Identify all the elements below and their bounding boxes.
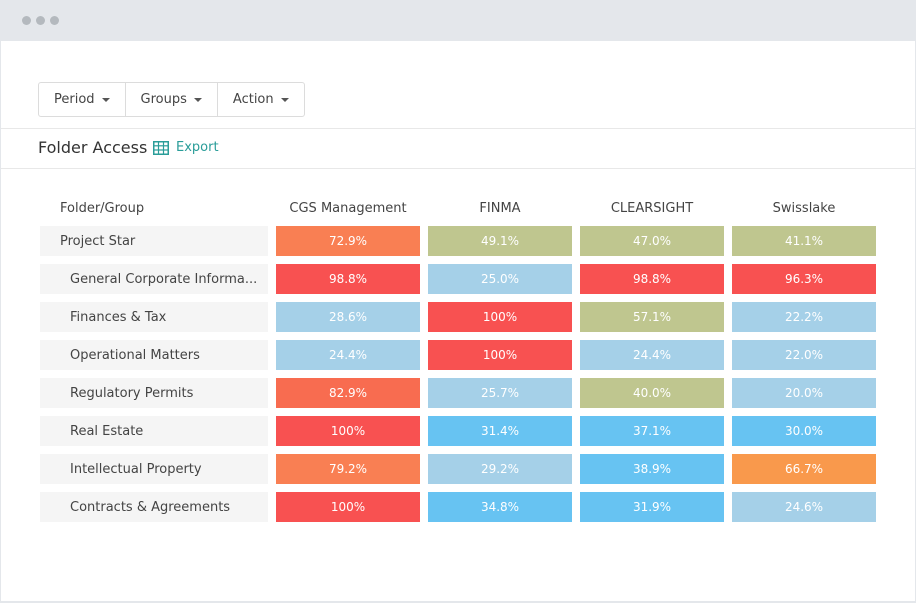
caret-down-icon xyxy=(101,97,110,102)
table-row: Real Estate 100% 31.4% 37.1% 30.0% xyxy=(40,416,876,446)
folder-name-cell[interactable]: Regulatory Permits xyxy=(40,378,268,408)
table-row: Operational Matters 24.4% 100% 24.4% 22.0% xyxy=(40,340,876,370)
window-dot-icon[interactable] xyxy=(36,16,45,25)
divider xyxy=(1,128,915,129)
window-titlebar xyxy=(0,0,916,41)
table-header-row: Folder/Group CGS Management FINMA CLEARS… xyxy=(40,198,876,218)
access-value-cell[interactable]: 25.0% xyxy=(428,264,572,294)
export-button[interactable]: Export xyxy=(153,140,219,155)
action-dropdown-button[interactable]: Action xyxy=(218,83,304,116)
access-value-cell[interactable]: 31.9% xyxy=(580,492,724,522)
window-controls xyxy=(22,16,59,25)
period-label: Period xyxy=(54,92,95,107)
access-value-cell[interactable]: 57.1% xyxy=(580,302,724,332)
access-value-cell[interactable]: 100% xyxy=(428,302,572,332)
window-dot-icon[interactable] xyxy=(22,16,31,25)
folder-name-cell[interactable]: Contracts & Agreements xyxy=(40,492,268,522)
access-value-cell[interactable]: 20.0% xyxy=(732,378,876,408)
access-value-cell[interactable]: 37.1% xyxy=(580,416,724,446)
table-row: General Corporate Informa... 98.8% 25.0% 98… xyxy=(40,264,876,294)
access-value-cell[interactable]: 98.8% xyxy=(276,264,420,294)
access-value-cell[interactable]: 24.4% xyxy=(276,340,420,370)
folder-name-cell[interactable]: Real Estate xyxy=(40,416,268,446)
folder-name-cell[interactable]: General Corporate Informa... xyxy=(40,264,268,294)
table-row: Regulatory Permits 82.9% 25.7% 40.0% 20.0% xyxy=(40,378,876,408)
action-label: Action xyxy=(232,92,274,107)
folder-name-cell[interactable]: Operational Matters xyxy=(40,340,268,370)
section-title: Folder Access xyxy=(38,138,148,157)
column-header-folder-group: Folder/Group xyxy=(60,200,145,216)
column-header-clearsight: CLEARSIGHT xyxy=(610,200,694,216)
folder-name-cell[interactable]: Project Star xyxy=(40,226,268,256)
access-value-cell[interactable]: 24.4% xyxy=(580,340,724,370)
access-value-cell[interactable]: 72.9% xyxy=(276,226,420,256)
divider xyxy=(1,168,915,169)
access-value-cell[interactable]: 79.2% xyxy=(276,454,420,484)
access-value-cell[interactable]: 47.0% xyxy=(580,226,724,256)
access-value-cell[interactable]: 82.9% xyxy=(276,378,420,408)
folder-access-table: Folder/Group CGS Management FINMA CLEARS… xyxy=(40,198,876,530)
period-dropdown-button[interactable]: Period xyxy=(39,83,126,116)
access-value-cell[interactable]: 38.9% xyxy=(580,454,724,484)
table-row: Project Star 72.9% 49.1% 47.0% 41.1% xyxy=(40,226,876,256)
access-value-cell[interactable]: 29.2% xyxy=(428,454,572,484)
column-header-swisslake: Swisslake xyxy=(772,200,836,216)
column-header-finma: FINMA xyxy=(479,200,521,216)
export-label: Export xyxy=(176,140,219,155)
access-value-cell[interactable]: 100% xyxy=(276,416,420,446)
access-value-cell[interactable]: 24.6% xyxy=(732,492,876,522)
access-value-cell[interactable]: 22.0% xyxy=(732,340,876,370)
folder-name-cell[interactable]: Finances & Tax xyxy=(40,302,268,332)
groups-dropdown-button[interactable]: Groups xyxy=(126,83,218,116)
table-row: Intellectual Property 79.2% 29.2% 38.9% 66.7… xyxy=(40,454,876,484)
table-body: Project Star 72.9% 49.1% 47.0% 41.1% General … xyxy=(40,226,876,522)
column-header-cgs-management: CGS Management xyxy=(289,200,407,216)
access-value-cell[interactable]: 40.0% xyxy=(580,378,724,408)
table-row: Contracts & Agreements 100% 34.8% 31.9% 24.6… xyxy=(40,492,876,522)
access-value-cell[interactable]: 49.1% xyxy=(428,226,572,256)
access-value-cell[interactable]: 34.8% xyxy=(428,492,572,522)
access-value-cell[interactable]: 30.0% xyxy=(732,416,876,446)
folder-name-cell[interactable]: Intellectual Property xyxy=(40,454,268,484)
caret-down-icon xyxy=(280,97,289,102)
access-value-cell[interactable]: 100% xyxy=(276,492,420,522)
access-value-cell[interactable]: 100% xyxy=(428,340,572,370)
table-row: Finances & Tax 28.6% 100% 57.1% 22.2% xyxy=(40,302,876,332)
access-value-cell[interactable]: 96.3% xyxy=(732,264,876,294)
access-value-cell[interactable]: 28.6% xyxy=(276,302,420,332)
access-value-cell[interactable]: 22.2% xyxy=(732,302,876,332)
access-value-cell[interactable]: 41.1% xyxy=(732,226,876,256)
access-value-cell[interactable]: 98.8% xyxy=(580,264,724,294)
access-value-cell[interactable]: 66.7% xyxy=(732,454,876,484)
access-value-cell[interactable]: 31.4% xyxy=(428,416,572,446)
groups-label: Groups xyxy=(140,92,187,107)
window-dot-icon[interactable] xyxy=(50,16,59,25)
filter-toolbar: Period Groups Action xyxy=(38,82,305,117)
table-grid-icon xyxy=(153,140,169,155)
access-value-cell[interactable]: 25.7% xyxy=(428,378,572,408)
caret-down-icon xyxy=(193,97,202,102)
